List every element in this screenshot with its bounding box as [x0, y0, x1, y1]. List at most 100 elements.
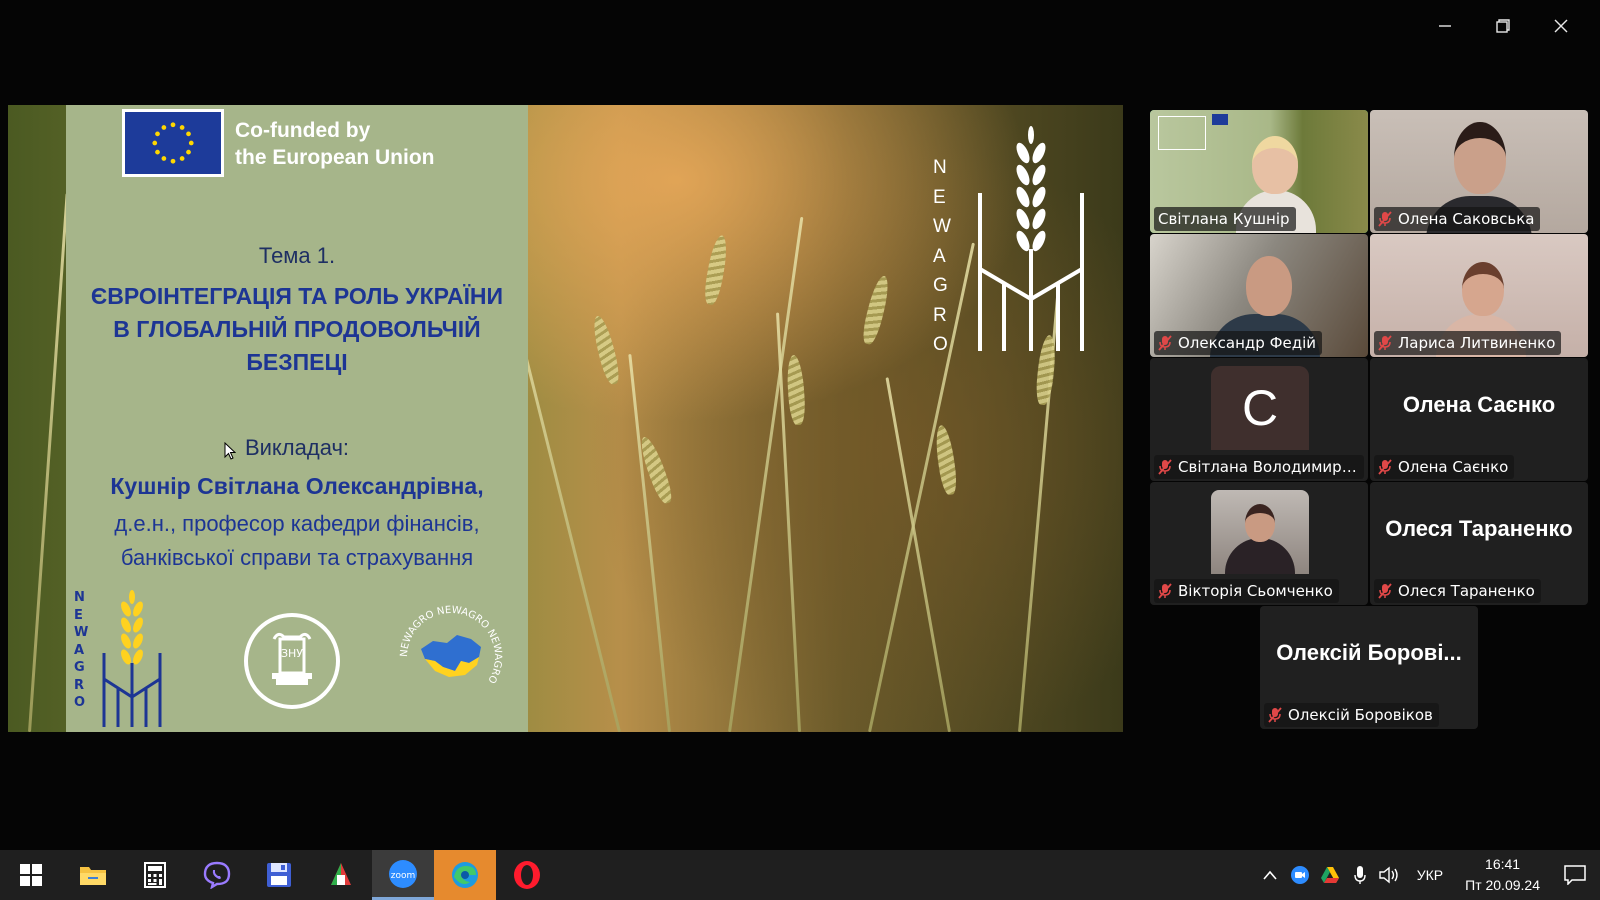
pdf-reader-button[interactable] [310, 850, 372, 900]
pdf-reader-icon [331, 863, 351, 885]
brand-letter: E [74, 607, 83, 623]
wheat-ear [702, 234, 730, 306]
close-icon [1554, 19, 1568, 33]
save-disk-icon [267, 863, 291, 887]
person-head [1252, 136, 1298, 194]
brand-letter: N [933, 157, 947, 178]
slide-title-line: БЕЗПЕЦІ [246, 349, 348, 375]
opera-browser-button[interactable] [496, 850, 558, 900]
calculator-button[interactable] [124, 850, 186, 900]
mini-slide-thumbnail [1158, 116, 1206, 150]
show-hidden-icons-button[interactable] [1255, 850, 1285, 900]
wheat-ear [785, 354, 807, 426]
person-silhouette [1225, 538, 1295, 574]
brand-letter: G [933, 275, 948, 296]
participant-name: Олена Саковська [1398, 210, 1535, 228]
participant-name: Лариса Литвиненко [1398, 334, 1556, 352]
slide-title-line: ЄВРОІНТЕГРАЦІЯ ТА РОЛЬ УКРАЇНИ [90, 283, 504, 309]
participant-tile[interactable]: C Світлана Володимирівн... [1150, 358, 1368, 481]
participant-tile[interactable]: Лариса Литвиненко [1370, 234, 1588, 357]
restore-button[interactable] [1474, 10, 1532, 42]
minimize-icon [1439, 25, 1451, 27]
participant-name: Вікторія Сьомченко [1178, 582, 1333, 600]
brand-letter: R [74, 677, 85, 693]
brand-letter: N [74, 590, 85, 605]
wheat-stalk [628, 353, 671, 732]
participant-tile[interactable]: Олеся Тараненко Олеся Тараненко [1370, 482, 1588, 605]
wheat-ear [589, 314, 623, 386]
brand-letter: E [933, 186, 946, 208]
video-feed [1211, 490, 1309, 574]
participant-tile[interactable]: Світлана Кушнір [1150, 110, 1368, 233]
close-button[interactable] [1532, 10, 1590, 42]
lecturer-position-line: д.е.н., професор кафедри фінансів, [114, 511, 480, 536]
participant-name: Олеся Тараненко [1398, 582, 1535, 600]
participant-name-tag: Лариса Литвиненко [1374, 331, 1562, 355]
restore-icon [1496, 19, 1510, 33]
drive-tray-button[interactable] [1315, 850, 1345, 900]
windows-taskbar: zoom УКР 16:41 Пт 20.09.24 [0, 850, 1600, 900]
person-head [1454, 122, 1506, 194]
participant-name-tag: Олексій Боровіков [1264, 703, 1439, 727]
seal-text: ЗНУ [281, 647, 303, 660]
eu-cofunded-text: Co-funded by the European Union [235, 117, 435, 171]
participant-name: Олексій Боровіков [1288, 706, 1433, 724]
edge-icon [452, 862, 478, 888]
start-button[interactable] [0, 850, 62, 900]
microphone-tray-button[interactable] [1345, 850, 1375, 900]
volume-tray-button[interactable] [1375, 850, 1405, 900]
newagro-small-logo: N E W A G R O [70, 583, 170, 729]
participant-name-tag: Олеся Тараненко [1374, 579, 1541, 603]
column-emblem-icon: ЗНУ [272, 632, 312, 685]
muted-microphone-icon [1158, 335, 1172, 351]
viber-button[interactable] [186, 850, 248, 900]
taskbar-clock[interactable]: 16:41 Пт 20.09.24 [1455, 854, 1550, 896]
participant-tile[interactable]: Олена Саковська [1370, 110, 1588, 233]
person-head [1462, 262, 1504, 316]
participant-name-tag: Світлана Володимирівн... [1154, 455, 1364, 479]
brand-letter: O [933, 334, 948, 355]
speaker-volume-icon [1379, 866, 1398, 884]
brand-letter: W [74, 625, 89, 640]
ukraine-map-seal-icon: NEWAGRO NEWAGRO NEWAGRO [399, 605, 503, 685]
lecturer-name: Кушнір Світлана Олександрівна, [110, 473, 484, 499]
participant-name-tag: Олена Саковська [1374, 207, 1541, 231]
muted-microphone-icon [1158, 459, 1172, 475]
zoom-tray-button[interactable] [1285, 850, 1315, 900]
brand-letter: A [74, 642, 85, 658]
input-language-indicator[interactable]: УКР [1405, 867, 1455, 883]
participant-tile[interactable]: Вікторія Сьомченко [1150, 482, 1368, 605]
viber-icon [203, 861, 231, 889]
chevron-up-icon [1263, 870, 1277, 880]
zoom-icon-label: zoom [391, 871, 416, 881]
save-disk-button[interactable] [248, 850, 310, 900]
lecturer-position-line: банківської справи та страхування [120, 545, 474, 570]
participant-tile[interactable]: Олексій Борові... Олексій Боровіков [1260, 606, 1478, 729]
start-icon [20, 864, 42, 886]
minimize-button[interactable] [1416, 10, 1474, 42]
notification-center-button[interactable] [1550, 850, 1600, 900]
participant-name-tag: Олена Саєнко [1374, 455, 1515, 479]
participant-tile[interactable]: Олександр Федій [1150, 234, 1368, 357]
person-head [1246, 256, 1292, 316]
file-explorer-button[interactable] [62, 850, 124, 900]
mouse-pointer-icon [224, 442, 236, 460]
participant-tile[interactable]: Олена Саєнко Олена Саєнко [1370, 358, 1588, 481]
participant-display-name: Олеся Тараненко [1385, 516, 1573, 541]
participant-name: Світлана Кушнір [1158, 210, 1290, 228]
clock-time: 16:41 [1485, 856, 1521, 872]
zoom-tray-icon [1290, 866, 1309, 884]
university-seal-logo: ЗНУ [244, 613, 340, 709]
brand-letter: W [933, 216, 951, 237]
wheat-logo-large-icon [978, 126, 1084, 351]
participant-display-name: Олена Саєнко [1402, 392, 1556, 417]
muted-microphone-icon [1378, 211, 1392, 227]
participant-name: Олена Саєнко [1398, 458, 1509, 476]
notification-icon [1564, 865, 1586, 885]
person-head [1245, 504, 1275, 542]
edge-browser-button[interactable] [434, 850, 496, 900]
shared-screen-slide[interactable]: Co-funded by the European Union Тема 1. … [8, 105, 1123, 732]
zoom-button[interactable]: zoom [372, 850, 434, 900]
zoom-icon: zoom [389, 859, 417, 888]
wheat-stalk [868, 242, 975, 732]
